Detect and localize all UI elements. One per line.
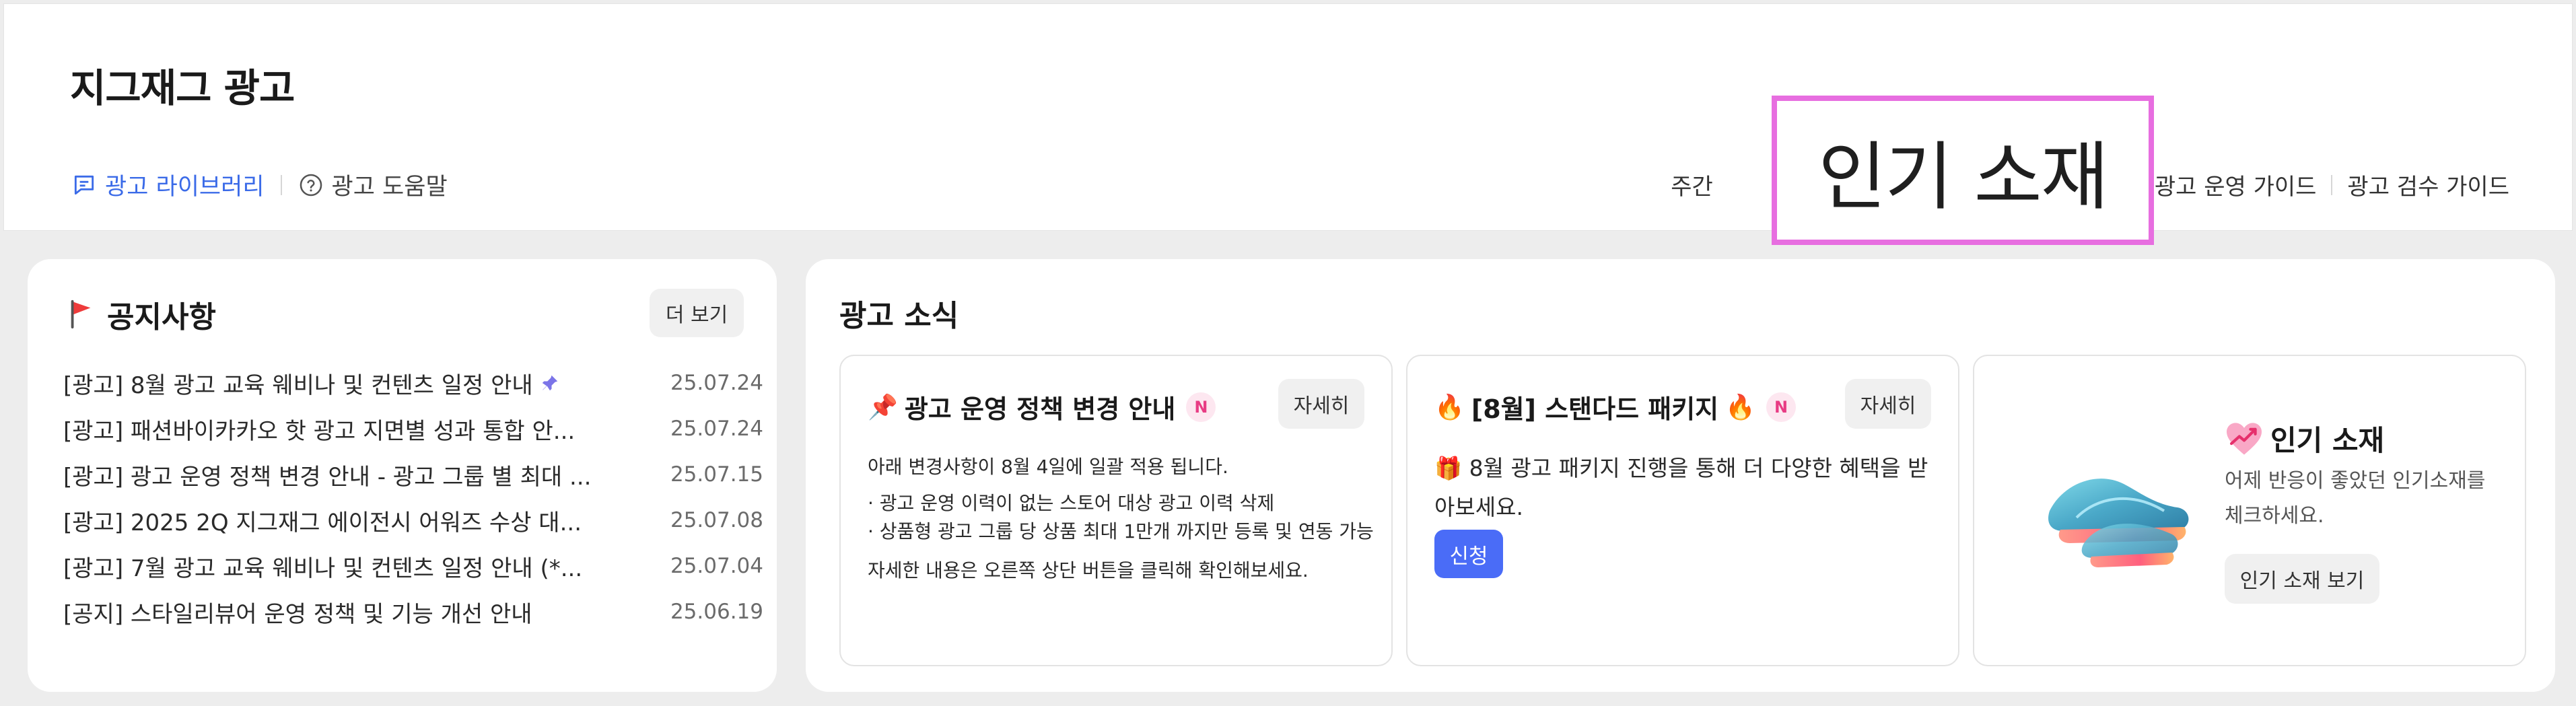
policy-change-card: 📌 광고 운영 정책 변경 안내 N 자세히 아래 변경사항이 8월 4일에 일… — [839, 355, 1393, 666]
popular-creative-card-title: 인기 소재 — [2225, 418, 2384, 459]
notice-item-title: [광고] 7월 광고 교육 웨비나 및 컨텐츠 일정 안내 (*... — [63, 555, 583, 582]
popular-creative-card: 인기 소재 어제 반응이 좋았던 인기소재를 체크하세요. 인기 소재 보기 — [1973, 355, 2526, 666]
notice-item-title-wrap: [광고] 2025 2Q 지그재그 에이전시 어워즈 수상 대... — [63, 504, 615, 537]
notice-item-title: [공지] 스타일리뷰어 운영 정책 및 기능 개선 안내 — [63, 600, 532, 628]
ad-library-link[interactable]: 광고 라이브러리 — [71, 168, 265, 202]
ad-library-label: 광고 라이브러리 — [105, 174, 265, 201]
policy-footer: 자세한 내용은 오른쪽 상단 버튼을 클릭해 확인해보세요. — [868, 559, 1309, 581]
sneaker-image — [2048, 479, 2189, 567]
notice-item[interactable]: [광고] 패션바이카카오 핫 광고 지면별 성과 통합 안... 25.07.2… — [63, 406, 763, 452]
popular-creative-highlight[interactable]: 인기 소재 — [1772, 96, 2154, 245]
notice-card: 공지사항 더 보기 [광고] 8월 광고 교육 웨비나 및 컨텐츠 일정 안내 … — [28, 259, 777, 692]
notice-item-title: [광고] 광고 운영 정책 변경 안내 - 광고 그룹 별 최대 ... — [63, 463, 592, 491]
notice-item-title-wrap: [광고] 7월 광고 교육 웨비나 및 컨텐츠 일정 안내 (*... — [63, 550, 615, 583]
notice-item-title-wrap: [광고] 8월 광고 교육 웨비나 및 컨텐츠 일정 안내 — [63, 367, 615, 400]
notice-item-date: 25.07.15 — [670, 462, 763, 487]
trending-heart-icon — [2227, 422, 2262, 455]
chat-list-icon — [74, 175, 94, 195]
red-flag-icon — [71, 299, 91, 329]
news-title: 광고 소식 — [839, 299, 959, 333]
package-body-text: 8월 광고 패키지 진행을 통해 더 다양한 혜택을 받아보세요. — [1434, 455, 1928, 520]
help-circle-icon — [300, 174, 322, 196]
link-divider — [280, 174, 282, 195]
standard-package-title-text: [8월] 스탠다드 패키지 — [1471, 394, 1719, 424]
new-badge: N — [1766, 392, 1796, 422]
package-body: 🎁 8월 광고 패키지 진행을 통해 더 다양한 혜택을 받아보세요. — [1434, 449, 1946, 527]
page: 지그재그 광고 광고 라이브러리 광고 도움말 주간 광고 운영 가이드 광고 … — [0, 0, 2576, 706]
pushpin-icon: 📌 — [868, 393, 898, 421]
notice-item-date: 25.07.24 — [670, 371, 763, 395]
pin-icon — [542, 375, 557, 391]
ad-help-link[interactable]: 광고 도움말 — [298, 168, 448, 202]
popular-creative-desc: 어제 반응이 좋았던 인기소재를 체크하세요. — [2225, 469, 2486, 528]
notice-title: 공지사항 — [107, 300, 216, 334]
popular-creative-title-text: 인기 소재 — [2270, 424, 2385, 457]
policy-detail-button[interactable]: 자세히 — [1278, 379, 1364, 429]
policy-intro: 아래 변경사항이 8월 4일에 일괄 적용 됩니다. — [868, 456, 1228, 478]
page-title: 지그재그 광고 — [70, 65, 295, 111]
notice-list: [광고] 8월 광고 교육 웨비나 및 컨텐츠 일정 안내 25.07.24 [… — [63, 360, 763, 635]
notice-item-title: [광고] 2025 2Q 지그재그 에이전시 어워즈 수상 대... — [63, 509, 582, 536]
package-detail-button[interactable]: 자세히 — [1845, 379, 1931, 429]
fire-icon: 🔥 — [1434, 393, 1465, 421]
notice-item-date: 25.07.04 — [670, 554, 763, 578]
header-left-links: 광고 라이브러리 광고 도움말 — [71, 168, 448, 202]
notice-item[interactable]: [광고] 2025 2Q 지그재그 에이전시 어워즈 수상 대... 25.07… — [63, 497, 763, 543]
notice-item[interactable]: [광고] 7월 광고 교육 웨비나 및 컨텐츠 일정 안내 (*... 25.0… — [63, 543, 763, 589]
news-panel: 광고 소식 📌 광고 운영 정책 변경 안내 N 자세히 아래 변경사항이 8월… — [806, 259, 2555, 692]
notice-item-date: 25.07.08 — [670, 508, 763, 532]
notice-item-title-wrap: [공지] 스타일리뷰어 운영 정책 및 기능 개선 안내 — [63, 596, 615, 629]
notice-item[interactable]: [공지] 스타일리뷰어 운영 정책 및 기능 개선 안내 25.06.19 — [63, 589, 763, 635]
notice-header: 공지사항 — [68, 293, 216, 336]
policy-change-title-text: 광고 운영 정책 변경 안내 — [904, 394, 1176, 424]
header: 지그재그 광고 광고 라이브러리 광고 도움말 주간 광고 운영 가이드 광고 … — [3, 3, 2573, 231]
notice-item-date: 25.07.24 — [670, 417, 763, 441]
ad-review-guide-link[interactable]: 광고 검수 가이드 — [2347, 168, 2509, 201]
policy-change-body: 아래 변경사항이 8월 4일에 일괄 적용 됩니다. · 광고 운영 이력이 없… — [868, 449, 1379, 589]
link-divider — [2331, 174, 2333, 195]
gift-icon: 🎁 — [1434, 455, 1463, 481]
notice-item-title: [광고] 패션바이카카오 핫 광고 지면별 성과 통합 안... — [63, 417, 576, 445]
view-popular-creative-button[interactable]: 인기 소재 보기 — [2225, 554, 2379, 604]
new-badge: N — [1186, 392, 1216, 422]
weekly-link[interactable]: 주간 — [1671, 168, 1713, 201]
notice-item-title-wrap: [광고] 광고 운영 정책 변경 안내 - 광고 그룹 별 최대 ... — [63, 458, 615, 491]
policy-bullet: · 광고 운영 이력이 없는 스토어 대상 광고 이력 삭제 — [868, 492, 1275, 514]
fire-icon: 🔥 — [1725, 393, 1755, 421]
notice-item-title-wrap: [광고] 패션바이카카오 핫 광고 지면별 성과 통합 안... — [63, 413, 615, 446]
policy-bullet: · 상품형 광고 그룹 당 상품 최대 1만개 까지만 등록 및 연동 가능 — [868, 520, 1374, 542]
notice-item-title: [광고] 8월 광고 교육 웨비나 및 컨텐츠 일정 안내 — [63, 372, 533, 399]
notice-item[interactable]: [광고] 광고 운영 정책 변경 안내 - 광고 그룹 별 최대 ... 25.… — [63, 452, 763, 497]
notice-item-date: 25.06.19 — [670, 600, 763, 624]
standard-package-card-title: 🔥 [8월] 스탠다드 패키지 🔥 N — [1434, 388, 1796, 425]
policy-change-card-title: 📌 광고 운영 정책 변경 안내 N — [868, 388, 1216, 425]
notice-more-button[interactable]: 더 보기 — [650, 289, 744, 337]
ad-help-label: 광고 도움말 — [331, 174, 448, 201]
notice-item[interactable]: [광고] 8월 광고 교육 웨비나 및 컨텐츠 일정 안내 25.07.24 — [63, 360, 763, 406]
ad-operation-guide-link[interactable]: 광고 운영 가이드 — [2155, 168, 2317, 201]
apply-button[interactable]: 신청 — [1434, 530, 1503, 578]
standard-package-card: 🔥 [8월] 스탠다드 패키지 🔥 N 자세히 🎁 8월 광고 패키지 진행을 … — [1406, 355, 1959, 666]
